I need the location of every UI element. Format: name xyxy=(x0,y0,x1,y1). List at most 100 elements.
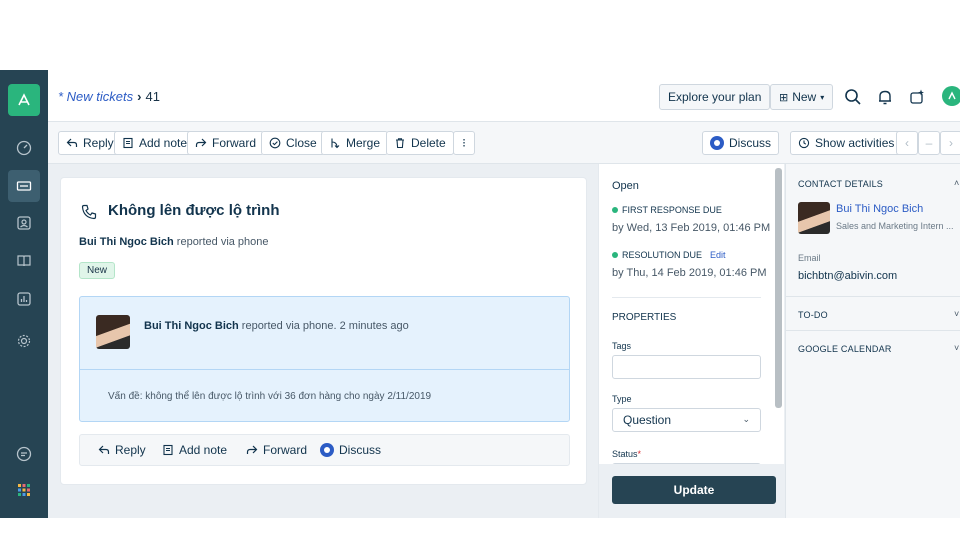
status-label: Status* xyxy=(612,449,641,459)
add-note-button[interactable]: Add note xyxy=(114,131,196,155)
breadcrumb: * New tickets › 41 xyxy=(58,89,160,104)
tickets-icon[interactable] xyxy=(8,170,40,202)
previous-ticket-button[interactable]: ‹ xyxy=(896,131,918,155)
analytics-icon[interactable] xyxy=(8,283,40,315)
reply-bar-reply-button[interactable]: Reply xyxy=(98,443,146,457)
search-icon[interactable] xyxy=(840,84,866,110)
chevron-down-icon: ▾ xyxy=(820,92,825,102)
bell-icon[interactable] xyxy=(872,84,898,110)
type-select-value: Question xyxy=(623,413,672,427)
phone-icon xyxy=(81,204,97,220)
delete-button[interactable]: Delete xyxy=(386,131,454,155)
contact-avatar xyxy=(798,202,830,234)
chevron-right-icon: › xyxy=(949,136,953,150)
reply-icon xyxy=(66,138,78,147)
message-divider xyxy=(80,369,569,370)
reply-button[interactable]: Reply xyxy=(58,131,122,155)
reply-bar-forward-button[interactable]: Forward xyxy=(246,443,307,457)
sidebar-divider xyxy=(786,296,960,297)
reply-label: Reply xyxy=(83,136,114,150)
dash-icon: – xyxy=(925,136,933,150)
type-select[interactable]: Question ⌄ xyxy=(612,408,761,432)
status-badge: New xyxy=(79,262,116,279)
discuss-icon xyxy=(710,136,724,150)
reply-bar-discuss-button[interactable]: Discuss xyxy=(320,443,381,457)
contacts-icon[interactable] xyxy=(8,207,40,239)
user-avatar[interactable] xyxy=(942,86,960,106)
resolution-label-text: RESOLUTION DUE xyxy=(622,250,703,260)
show-activities-label: Show activities xyxy=(815,136,895,150)
type-label: Type xyxy=(612,394,632,404)
history-icon xyxy=(798,137,810,149)
close-button[interactable]: Close xyxy=(261,131,325,155)
delete-label: Delete xyxy=(411,136,446,150)
top-bar: * New tickets › 41 Explore your plan ⊞ New… xyxy=(48,70,960,122)
properties-scrollbar[interactable] xyxy=(775,168,782,408)
update-footer: Update xyxy=(599,464,785,518)
apps-grid-icon[interactable] xyxy=(8,474,40,506)
settings-icon[interactable] xyxy=(8,325,40,357)
resolution-edit-link[interactable]: Edit xyxy=(710,250,726,260)
first-response-label: FIRST RESPONSE DUE xyxy=(612,205,722,215)
logo-icon[interactable] xyxy=(8,84,40,116)
reply-icon xyxy=(98,445,110,454)
contact-sidebar: CONTACT DETAILS ˄ Bui Thi Ngoc Bich Sale… xyxy=(785,164,960,518)
message-meta: Bui Thi Ngoc Bich reported via phone. 2 … xyxy=(144,320,409,332)
helpdesk-app: * New tickets › 41 Explore your plan ⊞ New… xyxy=(0,70,960,518)
new-dropdown-button[interactable]: ⊞ New ▾ xyxy=(770,84,834,110)
status-label-text: Status xyxy=(612,449,638,459)
properties-panel: Open FIRST RESPONSE DUE by Wed, 13 Feb 2… xyxy=(598,164,785,518)
ticket-state: Open xyxy=(612,180,639,192)
next-ticket-button[interactable]: › xyxy=(940,131,960,155)
email-label: Email xyxy=(798,253,821,263)
properties-heading: PROPERTIES xyxy=(612,312,677,323)
chat-icon[interactable] xyxy=(8,438,40,470)
sparkle-icon[interactable] xyxy=(904,84,930,110)
message-author[interactable]: Bui Thi Ngoc Bich xyxy=(144,320,239,332)
status-dot-icon xyxy=(612,252,618,258)
contact-name-link[interactable]: Bui Thi Ngoc Bich xyxy=(836,203,923,215)
first-response-value: by Wed, 13 Feb 2019, 01:46 PM xyxy=(612,222,771,234)
reporter-channel-text: reported via phone xyxy=(173,236,269,248)
show-activities-button[interactable]: Show activities xyxy=(790,131,903,155)
check-circle-icon xyxy=(269,137,281,149)
reply-bar-add-note-button[interactable]: Add note xyxy=(162,443,227,457)
contact-role: Sales and Marketing Intern ... xyxy=(836,221,954,231)
ticket-title: Không lên được lộ trình xyxy=(108,202,280,219)
update-button[interactable]: Update xyxy=(612,476,776,504)
discuss-button[interactable]: Discuss xyxy=(702,131,780,155)
reply-bar-forward-label: Forward xyxy=(263,443,308,457)
chevron-down-icon[interactable]: ˅ xyxy=(954,309,959,319)
chevron-up-icon[interactable]: ˄ xyxy=(954,178,959,188)
resolution-label: RESOLUTION DUE Edit xyxy=(612,250,726,260)
note-icon xyxy=(163,444,173,456)
plus-square-icon: ⊞ xyxy=(779,91,789,104)
properties-divider xyxy=(612,297,761,298)
explore-plan-button[interactable]: Explore your plan xyxy=(659,84,771,110)
email-value: bichbtn@abivin.com xyxy=(798,270,898,282)
todo-heading[interactable]: TO-DO xyxy=(798,310,828,320)
google-calendar-heading[interactable]: GOOGLE CALENDAR xyxy=(798,344,892,354)
discuss-label: Discuss xyxy=(729,136,772,150)
author-avatar xyxy=(96,315,130,349)
contact-details-heading[interactable]: CONTACT DETAILS xyxy=(798,179,883,189)
forward-label: Forward xyxy=(212,136,257,150)
discuss-icon xyxy=(320,443,334,457)
chevron-down-icon[interactable]: ˅ xyxy=(954,343,959,353)
forward-button[interactable]: Forward xyxy=(187,131,265,155)
merge-button[interactable]: Merge xyxy=(321,131,389,155)
reporter-name[interactable]: Bui Thi Ngoc Bich xyxy=(79,236,174,248)
ticket-number: 41 xyxy=(145,89,160,104)
tags-input[interactable] xyxy=(612,355,761,379)
book-icon[interactable] xyxy=(8,245,40,277)
sidebar-divider xyxy=(786,330,960,331)
breadcrumb-new-tickets-link[interactable]: * New tickets xyxy=(58,89,133,104)
more-options-button[interactable]: ⁝ xyxy=(453,131,475,155)
first-response-label-text: FIRST RESPONSE DUE xyxy=(622,205,722,215)
ticket-list-button[interactable]: – xyxy=(918,131,940,155)
forward-icon xyxy=(246,445,258,454)
conversation-message: Bui Thi Ngoc Bich reported via phone. 2 … xyxy=(79,296,570,422)
add-note-label: Add note xyxy=(139,136,188,150)
dashboard-icon[interactable] xyxy=(8,132,40,164)
close-label: Close xyxy=(286,136,317,150)
